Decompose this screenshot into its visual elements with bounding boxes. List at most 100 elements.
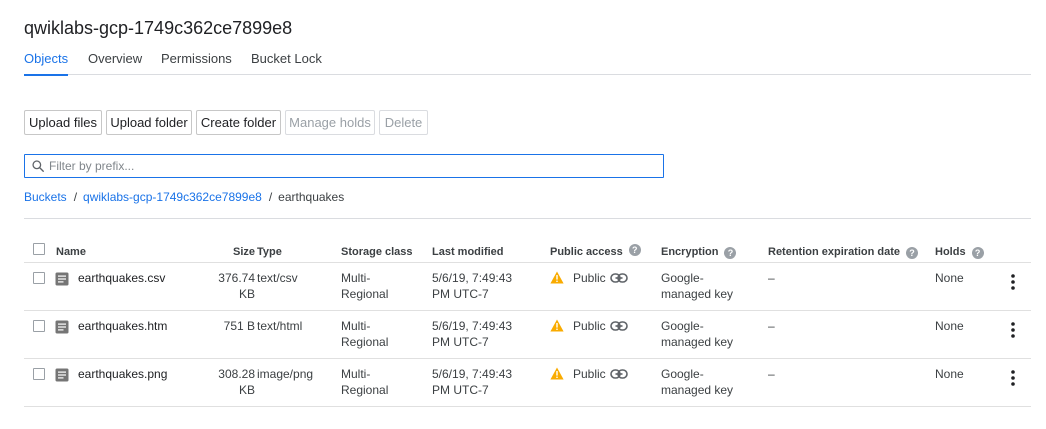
object-last-modified: 5/6/19, 7:49:43 PM UTC-7 — [432, 318, 512, 350]
file-icon — [55, 272, 69, 286]
link-icon[interactable] — [609, 320, 628, 332]
tab-overview[interactable]: Overview — [88, 50, 142, 75]
row-checkbox[interactable] — [33, 272, 45, 284]
breadcrumb-buckets-link[interactable]: Buckets — [24, 190, 67, 204]
tab-bar: Objects Overview Permissions Bucket Lock — [24, 50, 1031, 76]
tab-permissions[interactable]: Permissions — [161, 50, 232, 75]
modified-line: 5/6/19, 7:49:43 — [432, 319, 513, 333]
delete-button[interactable]: Delete — [379, 110, 428, 135]
header-name[interactable]: Name — [56, 244, 86, 260]
storage-class-line: Regional — [341, 383, 389, 397]
header-size[interactable]: Size — [233, 244, 255, 260]
tab-objects[interactable]: Objects — [24, 50, 69, 76]
link-icon[interactable] — [609, 272, 628, 284]
modified-line: PM UTC-7 — [432, 383, 489, 397]
object-public-access: Public — [550, 366, 628, 382]
size-unit: KB — [238, 383, 255, 397]
object-encryption: Google-managed key — [661, 366, 733, 398]
select-all-checkbox[interactable] — [33, 243, 45, 255]
object-holds: None — [935, 319, 964, 333]
object-retention: – — [768, 367, 775, 381]
object-encryption: Google-managed key — [661, 270, 733, 302]
public-access-label: Public — [573, 271, 606, 285]
header-retention-label[interactable]: Retention expiration date — [768, 246, 900, 258]
object-storage-class: Multi- Regional — [341, 366, 388, 398]
modified-line: PM UTC-7 — [432, 335, 489, 349]
file-icon — [55, 320, 69, 334]
object-last-modified: 5/6/19, 7:49:43 PM UTC-7 — [432, 366, 512, 398]
header-public-access-label[interactable]: Public access — [550, 244, 623, 260]
object-holds: None — [935, 367, 964, 381]
table-row[interactable]: earthquakes.htm 751 B text/html Multi- Re… — [24, 311, 1031, 359]
header-encryption-label[interactable]: Encryption — [661, 246, 718, 258]
object-encryption: Google-managed key — [661, 318, 733, 350]
object-storage-class: Multi- Regional — [341, 318, 388, 350]
help-icon[interactable]: ? — [724, 247, 737, 259]
header-last-modified[interactable]: Last modified — [432, 244, 504, 260]
search-icon — [32, 160, 44, 172]
public-access-label: Public — [573, 319, 606, 333]
manage-holds-button[interactable]: Manage holds — [285, 110, 375, 135]
header-encryption: Encryption? — [661, 244, 737, 260]
filter-box — [24, 154, 664, 178]
warning-icon — [550, 271, 564, 284]
header-holds: Holds? — [935, 244, 984, 260]
object-type: text/html — [257, 319, 303, 333]
breadcrumb-separator: / — [268, 190, 273, 204]
breadcrumb-separator: / — [73, 190, 78, 204]
breadcrumb: Buckets / qwiklabs-gcp-1749c362ce7899e8 / ea… — [24, 190, 344, 204]
object-storage-class: Multi- Regional — [341, 270, 388, 302]
table-header-row: Name Size Type Storage class Last modifi… — [24, 238, 1031, 263]
table-row[interactable]: earthquakes.png 308.28 KB image/png Multi… — [24, 359, 1031, 407]
help-icon[interactable]: ? — [628, 244, 641, 256]
table-row[interactable]: earthquakes.csv 376.74 KB text/csv Multi-… — [24, 263, 1031, 311]
size-value: 376.74 — [218, 271, 255, 285]
object-name-link[interactable]: earthquakes.csv — [78, 270, 165, 286]
storage-class-line: Multi- — [341, 319, 371, 333]
warning-icon — [550, 319, 564, 332]
link-icon[interactable] — [609, 368, 628, 380]
size-value: 751 B — [223, 319, 255, 333]
header-retention: Retention expiration date? — [768, 244, 919, 260]
encryption-line: managed key — [661, 287, 734, 301]
more-vert-icon[interactable] — [1010, 273, 1016, 291]
more-vert-icon[interactable] — [1010, 321, 1016, 339]
header-type[interactable]: Type — [257, 244, 282, 260]
object-holds: None — [935, 271, 964, 285]
warning-icon — [550, 367, 564, 380]
row-checkbox[interactable] — [33, 320, 45, 332]
object-public-access: Public — [550, 318, 628, 334]
help-icon[interactable]: ? — [971, 247, 984, 259]
encryption-line: managed key — [661, 335, 734, 349]
encryption-line: Google- — [661, 319, 704, 333]
breadcrumb-bucket-link[interactable]: qwiklabs-gcp-1749c362ce7899e8 — [83, 190, 262, 204]
size-unit: KB — [238, 287, 255, 301]
header-storage-class[interactable]: Storage class — [341, 244, 413, 260]
row-checkbox[interactable] — [33, 368, 45, 380]
size-value: 308.28 — [218, 367, 255, 381]
upload-folder-button[interactable]: Upload folder — [106, 110, 192, 135]
public-access-label: Public — [573, 367, 606, 381]
storage-class-line: Regional — [341, 287, 389, 301]
file-icon — [55, 368, 69, 382]
object-size: 751 B — [224, 318, 255, 334]
tab-bucket-lock[interactable]: Bucket Lock — [251, 50, 322, 75]
upload-files-button[interactable]: Upload files — [24, 110, 102, 135]
filter-input[interactable] — [49, 159, 649, 173]
object-name-link[interactable]: earthquakes.png — [78, 366, 167, 382]
encryption-line: managed key — [661, 383, 734, 397]
create-folder-button[interactable]: Create folder — [196, 110, 281, 135]
object-size: 308.28 KB — [218, 366, 255, 398]
object-type: text/csv — [257, 271, 298, 285]
object-last-modified: 5/6/19, 7:49:43 PM UTC-7 — [432, 270, 512, 302]
help-icon[interactable]: ? — [906, 247, 919, 259]
objects-table: Name Size Type Storage class Last modifi… — [24, 238, 1031, 407]
page-title: qwiklabs-gcp-1749c362ce7899e8 — [24, 18, 293, 38]
encryption-line: Google- — [661, 271, 704, 285]
more-vert-icon[interactable] — [1010, 369, 1016, 387]
object-name-link[interactable]: earthquakes.htm — [78, 318, 167, 334]
modified-line: 5/6/19, 7:49:43 — [432, 367, 513, 381]
header-holds-label[interactable]: Holds — [935, 246, 966, 258]
storage-class-line: Multi- — [341, 367, 371, 381]
breadcrumb-current-folder: earthquakes — [278, 190, 345, 204]
